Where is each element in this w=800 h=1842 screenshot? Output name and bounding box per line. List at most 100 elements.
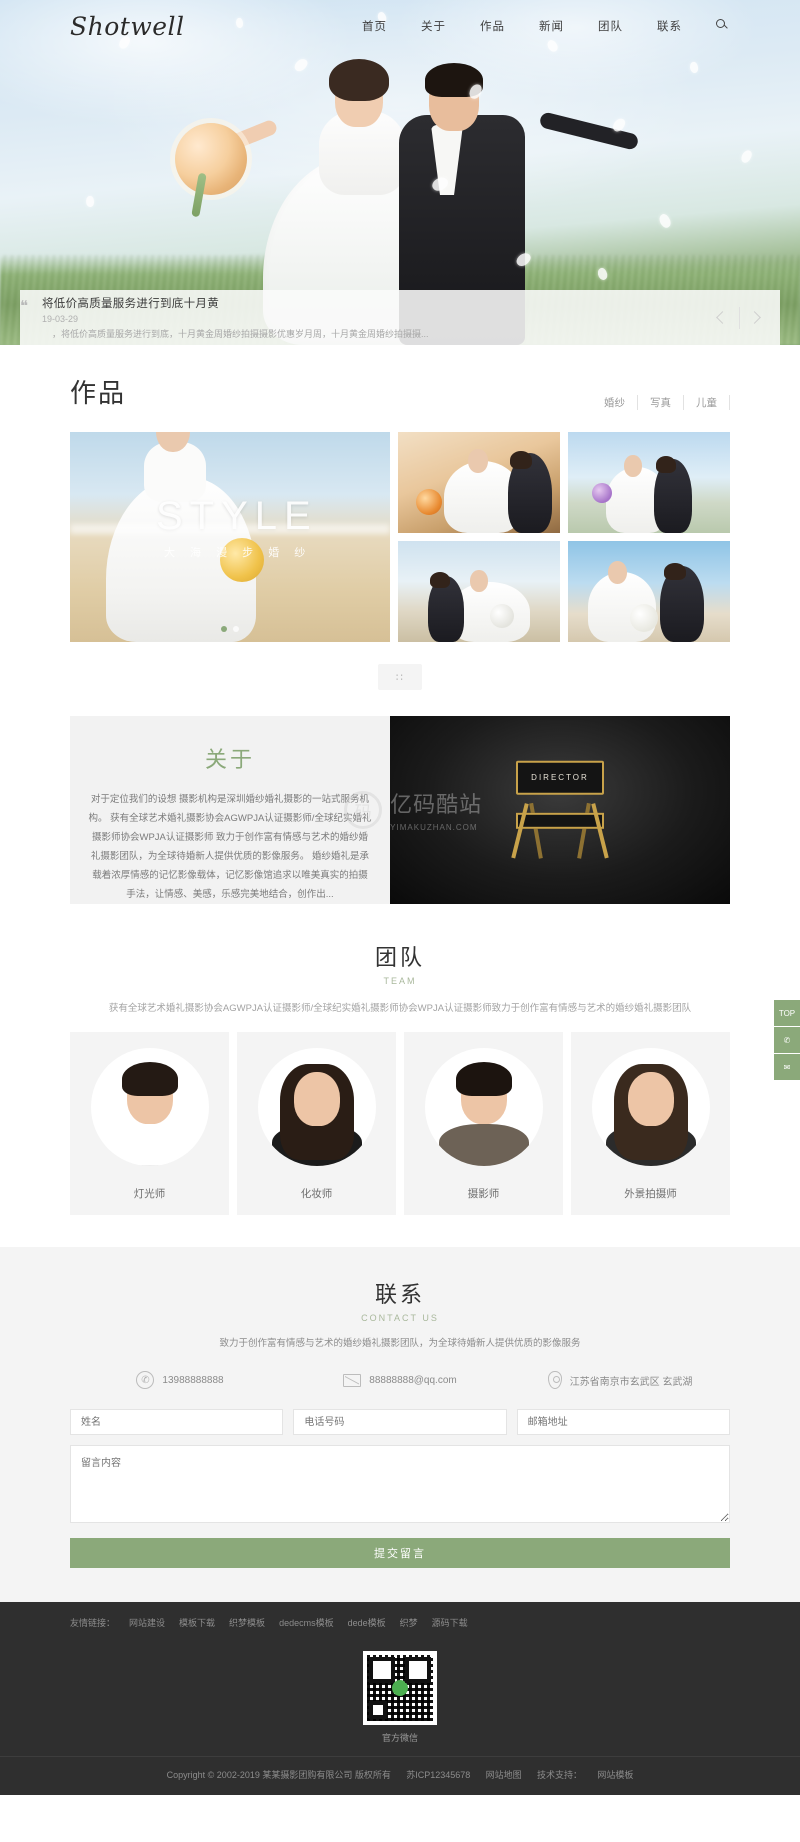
footer-link-dedecms-template[interactable]: 织梦模板: [229, 1616, 265, 1629]
works-filters: 婚纱 写真 儿童: [592, 395, 730, 410]
footer-link-source-download[interactable]: 源码下载: [432, 1616, 468, 1629]
nav-item-works[interactable]: 作品: [480, 18, 505, 34]
nav-item-team[interactable]: 团队: [598, 18, 623, 34]
contact-phone-value: 13988888888: [162, 1374, 224, 1386]
icp-number[interactable]: 苏ICP12345678: [406, 1770, 470, 1780]
nav-item-contact[interactable]: 联系: [657, 18, 682, 34]
team-title: 团队: [374, 945, 425, 970]
team-section: 团队 TEAM 获有全球艺术婚礼摄影协会AGWPJA认证摄影师/全球纪实婚礼摄影…: [70, 940, 730, 1247]
hero-banner: Shotwell 首页 关于 作品 新闻 团队 联系 ❝ 将低价高质量服务进行到…: [0, 0, 800, 345]
page-root: Shotwell 首页 关于 作品 新闻 团队 联系 ❝ 将低价高质量服务进行到…: [0, 0, 800, 1795]
slide-title: STYLE: [156, 494, 318, 538]
about-description: 对于定位我们的设想 摄影机构是深圳婚纱婚礼摄影的一站式服务机构。 获有全球艺术婚…: [88, 794, 372, 900]
gallery-thumb[interactable]: [398, 541, 560, 642]
contact-description: 致力于创作富有情感与艺术的婚纱婚礼摄影团队，为全球待婚新人提供优质的影像服务: [219, 1338, 581, 1349]
quote-icon: ❝: [20, 297, 29, 315]
phone-input[interactable]: [293, 1409, 507, 1435]
team-description: 获有全球艺术婚礼摄影协会AGWPJA认证摄影师/全球纪实婚礼摄影师协会WPJA认…: [108, 1003, 692, 1014]
contact-section: 联系 CONTACT US 致力于创作富有情感与艺术的婚纱婚礼摄影团队，为全球待…: [0, 1247, 800, 1602]
director-chair-illustration: DIRECTOR: [500, 755, 620, 875]
nav-item-home[interactable]: 首页: [362, 18, 387, 34]
about-title: 关于: [204, 747, 255, 772]
slider-dot[interactable]: [221, 626, 227, 632]
news-arrows: [699, 306, 780, 329]
nav-item-about[interactable]: 关于: [421, 18, 446, 34]
email-input[interactable]: [516, 1409, 730, 1435]
contact-subtitle: CONTACT US: [361, 1313, 439, 1323]
mail-icon: [343, 1373, 362, 1387]
name-input[interactable]: [70, 1409, 284, 1435]
copyright-text: Copyright © 2002-2019 某某摄影团购有限公司 版权所有: [166, 1770, 391, 1780]
slider-dot[interactable]: [233, 626, 239, 632]
team-member-name: 灯光师: [133, 1188, 166, 1200]
news-title[interactable]: 将低价高质量服务进行到底十月黄: [42, 295, 699, 311]
team-members: 灯光师 化妆师 摄影师 外景拍摄师: [70, 1032, 730, 1215]
news-date: 19-03-29: [42, 314, 79, 324]
gallery-thumb[interactable]: [568, 541, 730, 642]
team-member[interactable]: 外景拍摄师: [571, 1032, 730, 1215]
contact-title: 联系: [374, 1282, 425, 1307]
team-member-name: 化妆师: [300, 1188, 333, 1200]
dock-message-icon[interactable]: ✉: [774, 1054, 800, 1080]
news-description: ，将低价高质量服务进行到底，十月黄金周婚纱拍摄摄影优惠岁月周，十月黄金周婚纱拍摄…: [52, 329, 429, 339]
team-member[interactable]: 化妆师: [237, 1032, 396, 1215]
avatar: [591, 1048, 710, 1166]
load-more-button[interactable]: ∷: [378, 664, 422, 690]
sitemap-link[interactable]: 网站地图: [486, 1770, 522, 1780]
about-image: DIRECTOR: [390, 716, 730, 904]
contact-phone: 13988888888: [70, 1371, 290, 1389]
works-gallery: STYLE 大 海 漫 步 婚 纱: [70, 432, 730, 642]
support-label: 技术支持：: [536, 1770, 582, 1780]
footer-links: 友情链接： 网站建设 模板下载 织梦模板 dedecms模板 dede模板 织梦…: [70, 1616, 730, 1641]
contact-address-value: 江苏省南京市玄武区 玄武湖: [569, 1376, 693, 1388]
team-subtitle: TEAM: [383, 976, 417, 986]
news-next-button[interactable]: [746, 307, 768, 329]
footer-link-zhimeng[interactable]: 织梦: [400, 1616, 418, 1629]
team-member[interactable]: 灯光师: [70, 1032, 229, 1215]
gallery-thumb[interactable]: [568, 432, 730, 533]
copyright-bar: Copyright © 2002-2019 某某摄影团购有限公司 版权所有 苏I…: [0, 1756, 800, 1795]
footer-link-website[interactable]: 网站建设: [129, 1616, 165, 1629]
qr-code: [363, 1651, 437, 1725]
site-header: Shotwell 首页 关于 作品 新闻 团队 联系: [0, 0, 800, 52]
filter-children[interactable]: 儿童: [684, 395, 730, 410]
site-footer: 友情链接： 网站建设 模板下载 织梦模板 dedecms模板 dede模板 织梦…: [0, 1602, 800, 1795]
back-to-top-button[interactable]: TOP: [774, 1000, 800, 1026]
footer-link-dede[interactable]: dede模板: [348, 1616, 386, 1629]
news-prev-button[interactable]: [711, 307, 733, 329]
filter-portrait[interactable]: 写真: [638, 395, 684, 410]
slider-dots: [221, 626, 239, 632]
contact-address: 江苏省南京市玄武区 玄武湖: [510, 1371, 730, 1389]
contact-info-row: 13988888888 88888888@qq.com 江苏省南京市玄武区 玄武…: [70, 1371, 730, 1389]
search-icon[interactable]: [716, 19, 730, 33]
about-section: 关于 对于定位我们的设想 摄影机构是深圳婚纱婚礼摄影的一站式服务机构。 获有全球…: [70, 716, 730, 904]
filter-wedding[interactable]: 婚纱: [592, 395, 638, 410]
avatar: [424, 1048, 543, 1166]
site-logo[interactable]: Shotwell: [70, 12, 185, 41]
contact-email: 88888888@qq.com: [290, 1371, 510, 1389]
team-member[interactable]: 摄影师: [404, 1032, 563, 1215]
gallery-thumb[interactable]: [398, 432, 560, 533]
side-dock: TOP ✆ ✉: [774, 1000, 800, 1081]
contact-form: 提交留言: [70, 1409, 730, 1568]
dock-phone-icon[interactable]: ✆: [774, 1027, 800, 1053]
submit-button[interactable]: 提交留言: [70, 1538, 730, 1568]
gallery-featured-slide[interactable]: STYLE 大 海 漫 步 婚 纱: [70, 432, 390, 642]
main-navigation: 首页 关于 作品 新闻 团队 联系: [362, 18, 730, 34]
news-item[interactable]: ❝ 将低价高质量服务进行到底十月黄 19-03-29 ，将低价高质量服务进行到底…: [20, 288, 699, 345]
phone-icon: [136, 1371, 155, 1389]
qr-caption: 官方微信: [381, 1733, 418, 1743]
footer-link-dedecms[interactable]: dedecms模板: [279, 1616, 334, 1629]
contact-email-value: 88888888@qq.com: [369, 1374, 457, 1386]
works-section: 作品 婚纱 写真 儿童 STYLE 大 海 漫 步 婚 纱 ∷ 关于 对于定位我…: [0, 345, 800, 1247]
footer-link-template-download[interactable]: 模板下载: [179, 1616, 215, 1629]
about-text-panel: 关于 对于定位我们的设想 摄影机构是深圳婚纱婚礼摄影的一站式服务机构。 获有全球…: [70, 716, 390, 904]
bouquet: [175, 123, 247, 195]
nav-item-news[interactable]: 新闻: [539, 18, 564, 34]
works-title: 作品: [70, 378, 127, 408]
support-value[interactable]: 网站模板: [597, 1770, 633, 1780]
message-textarea[interactable]: [70, 1445, 730, 1523]
location-pin-icon: [547, 1371, 562, 1389]
news-ticker: ❝ 将低价高质量服务进行到底十月黄 19-03-29 ，将低价高质量服务进行到底…: [20, 290, 780, 345]
chair-caption: DIRECTOR: [531, 772, 589, 782]
